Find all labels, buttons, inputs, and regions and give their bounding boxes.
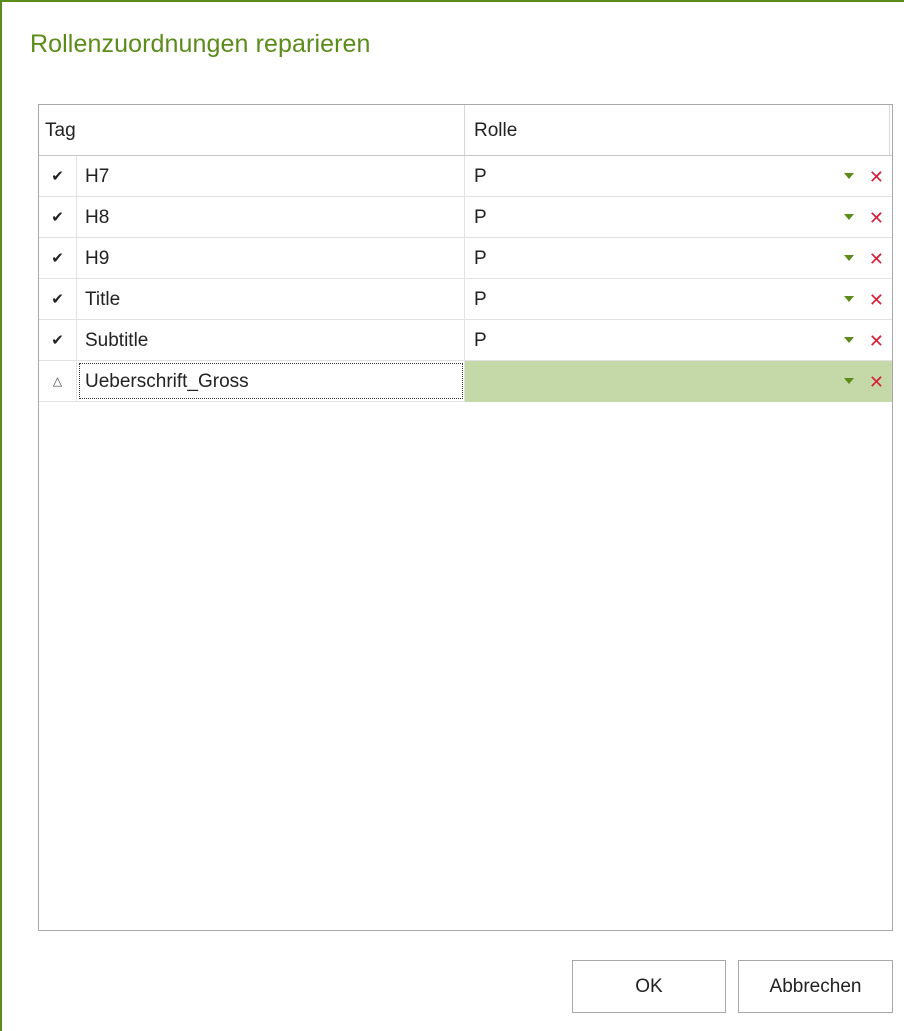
table-row[interactable]: ✔ Subtitle P ✕: [39, 320, 892, 361]
tag-cell[interactable]: H8: [77, 197, 465, 237]
remove-icon[interactable]: ✕: [869, 156, 884, 198]
remove-icon[interactable]: ✕: [869, 197, 884, 239]
chevron-down-icon[interactable]: [844, 214, 854, 220]
check-icon: ✔: [39, 279, 77, 319]
chevron-down-icon[interactable]: [844, 255, 854, 261]
tag-cell[interactable]: Subtitle: [77, 320, 465, 360]
ok-button[interactable]: OK: [572, 960, 726, 1013]
remove-icon[interactable]: ✕: [869, 320, 884, 362]
table-row[interactable]: ✔ H8 P ✕: [39, 197, 892, 238]
check-icon: ✔: [39, 156, 77, 196]
role-cell[interactable]: P ✕: [465, 238, 892, 278]
role-value: P: [474, 248, 487, 269]
chevron-down-icon[interactable]: [844, 296, 854, 302]
warning-icon: △: [39, 361, 77, 401]
tag-cell[interactable]: H7: [77, 156, 465, 196]
role-cell[interactable]: P ✕: [465, 197, 892, 237]
grid-rows: ✔ H7 P ✕ ✔ H8 P ✕ ✔ H9 P ✕ ✔ Title P ✕ ✔…: [39, 156, 892, 402]
role-value: P: [474, 207, 487, 228]
column-header-rolle[interactable]: Rolle: [465, 105, 890, 155]
role-cell[interactable]: P ✕: [465, 279, 892, 319]
table-row[interactable]: ✔ Title P ✕: [39, 279, 892, 320]
tag-cell[interactable]: H9: [77, 238, 465, 278]
role-mapping-grid: Tag Rolle ✔ H7 P ✕ ✔ H8 P ✕ ✔ H9 P ✕ ✔ T…: [38, 104, 893, 931]
role-value: P: [474, 166, 487, 187]
check-icon: ✔: [39, 238, 77, 278]
tag-cell[interactable]: Ueberschrift_Gross: [77, 361, 465, 401]
role-cell[interactable]: ✕: [465, 361, 892, 402]
role-cell[interactable]: P ✕: [465, 156, 892, 196]
table-row[interactable]: ✔ H9 P ✕: [39, 238, 892, 279]
check-icon: ✔: [39, 197, 77, 237]
chevron-down-icon[interactable]: [844, 337, 854, 343]
table-row[interactable]: ✔ H7 P ✕: [39, 156, 892, 197]
remove-icon[interactable]: ✕: [869, 279, 884, 321]
repair-role-mappings-dialog: Rollenzuordnungen reparieren Tag Rolle ✔…: [0, 0, 904, 1031]
dialog-title: Rollenzuordnungen reparieren: [30, 30, 371, 58]
role-value: P: [474, 330, 487, 351]
chevron-down-icon[interactable]: [844, 173, 854, 179]
table-row-selected[interactable]: △ Ueberschrift_Gross ✕: [39, 361, 892, 402]
chevron-down-icon[interactable]: [844, 378, 854, 384]
remove-icon[interactable]: ✕: [869, 361, 884, 403]
remove-icon[interactable]: ✕: [869, 238, 884, 280]
tag-cell[interactable]: Title: [77, 279, 465, 319]
role-value: P: [474, 289, 487, 310]
check-icon: ✔: [39, 320, 77, 360]
column-header-tag[interactable]: Tag: [39, 105, 465, 155]
grid-header: Tag Rolle: [39, 105, 892, 156]
cancel-button[interactable]: Abbrechen: [738, 960, 893, 1013]
role-cell[interactable]: P ✕: [465, 320, 892, 360]
